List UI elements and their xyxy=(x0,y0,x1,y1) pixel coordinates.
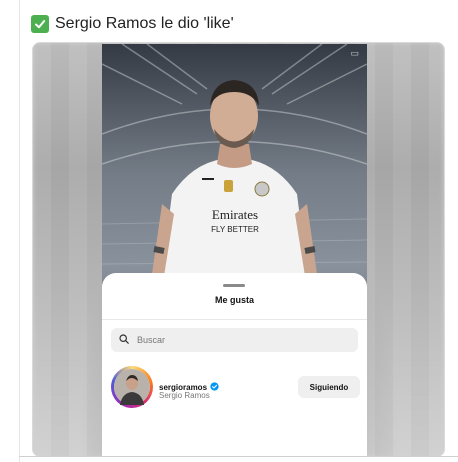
bottom-divider xyxy=(19,456,458,457)
sheet-divider xyxy=(102,319,367,320)
verified-badge-icon xyxy=(210,378,219,396)
left-divider xyxy=(19,0,20,462)
avatar-photo xyxy=(114,369,150,405)
full-name: Sergio Ramos xyxy=(159,391,210,400)
likes-title: Me gusta xyxy=(214,295,254,305)
avatar[interactable] xyxy=(111,366,153,408)
liked-user-row[interactable]: sergioramos Sergio Ramos Siguiendo xyxy=(111,366,360,410)
image-card[interactable]: Emirates FLY BETTER ▭ Me gusta Buscar se… xyxy=(32,42,445,457)
search-icon xyxy=(119,331,129,349)
jersey-sponsor: Emirates xyxy=(212,207,258,222)
corner-icon: ▭ xyxy=(350,48,359,58)
caption-text: Sergio Ramos le dio 'like' xyxy=(55,15,234,32)
post-caption: Sergio Ramos le dio 'like' xyxy=(31,13,234,35)
drag-handle[interactable] xyxy=(223,284,245,287)
check-mark-emoji xyxy=(31,15,49,33)
following-button[interactable]: Siguiendo xyxy=(298,376,360,398)
likes-sheet: Me gusta sergioramos xyxy=(102,273,367,456)
search-input[interactable] xyxy=(135,334,339,346)
jersey-slogan: FLY BETTER xyxy=(211,225,259,234)
likes-search-bar[interactable] xyxy=(111,328,358,352)
